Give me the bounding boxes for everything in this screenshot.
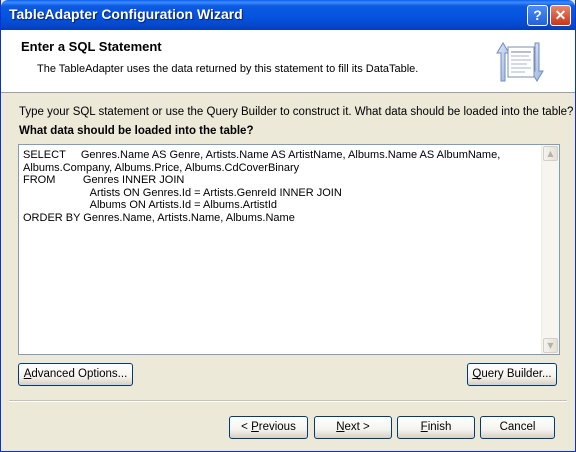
previous-prefix: <: [241, 421, 252, 433]
finish-accel: F: [420, 421, 428, 433]
vertical-scrollbar[interactable]: ▲ ▼: [541, 145, 559, 354]
cancel-button[interactable]: Cancel: [480, 416, 555, 439]
sql-statement-textarea[interactable]: SELECT Genres.Name AS Genre, Artists.Nam…: [18, 144, 560, 355]
finish-button[interactable]: Finish: [397, 416, 475, 439]
next-button[interactable]: Next >: [314, 416, 392, 439]
help-button[interactable]: ?: [527, 5, 548, 26]
next-accel: N: [336, 421, 345, 433]
database-table-icon: [496, 42, 544, 82]
previous-accel: P: [251, 421, 259, 433]
query-builder-accel: Q: [472, 368, 482, 380]
query-builder-label: uery Builder...: [481, 368, 552, 380]
window-title: TableAdapter Configuration Wizard: [9, 6, 243, 22]
button-separator: [9, 400, 567, 402]
page-title: Enter a SQL Statement: [21, 39, 162, 54]
finish-label: inish: [427, 421, 452, 433]
wizard-window: TableAdapter Configuration Wizard ? ✕ En…: [0, 0, 576, 452]
previous-button[interactable]: < Previous: [229, 416, 308, 439]
close-button[interactable]: ✕: [550, 5, 571, 26]
scroll-up-icon[interactable]: ▲: [543, 146, 558, 161]
advanced-options-button[interactable]: Advanced Options...: [18, 363, 133, 386]
advanced-label: dvanced Options...: [31, 368, 128, 380]
wizard-header: Enter a SQL Statement The TableAdapter u…: [1, 30, 575, 93]
title-bar[interactable]: TableAdapter Configuration Wizard ? ✕: [1, 0, 575, 30]
page-description: The TableAdapter uses the data returned …: [37, 63, 419, 75]
scroll-down-icon[interactable]: ▼: [543, 338, 558, 353]
previous-label: revious: [258, 421, 296, 433]
next-label: ext >: [344, 421, 370, 433]
instructions-text: Type your SQL statement or use the Query…: [19, 106, 574, 118]
query-builder-button[interactable]: Query Builder...: [467, 363, 557, 386]
question-label: What data should be loaded into the tabl…: [19, 125, 254, 137]
sql-text[interactable]: SELECT Genres.Name AS Genre, Artists.Nam…: [23, 149, 539, 224]
